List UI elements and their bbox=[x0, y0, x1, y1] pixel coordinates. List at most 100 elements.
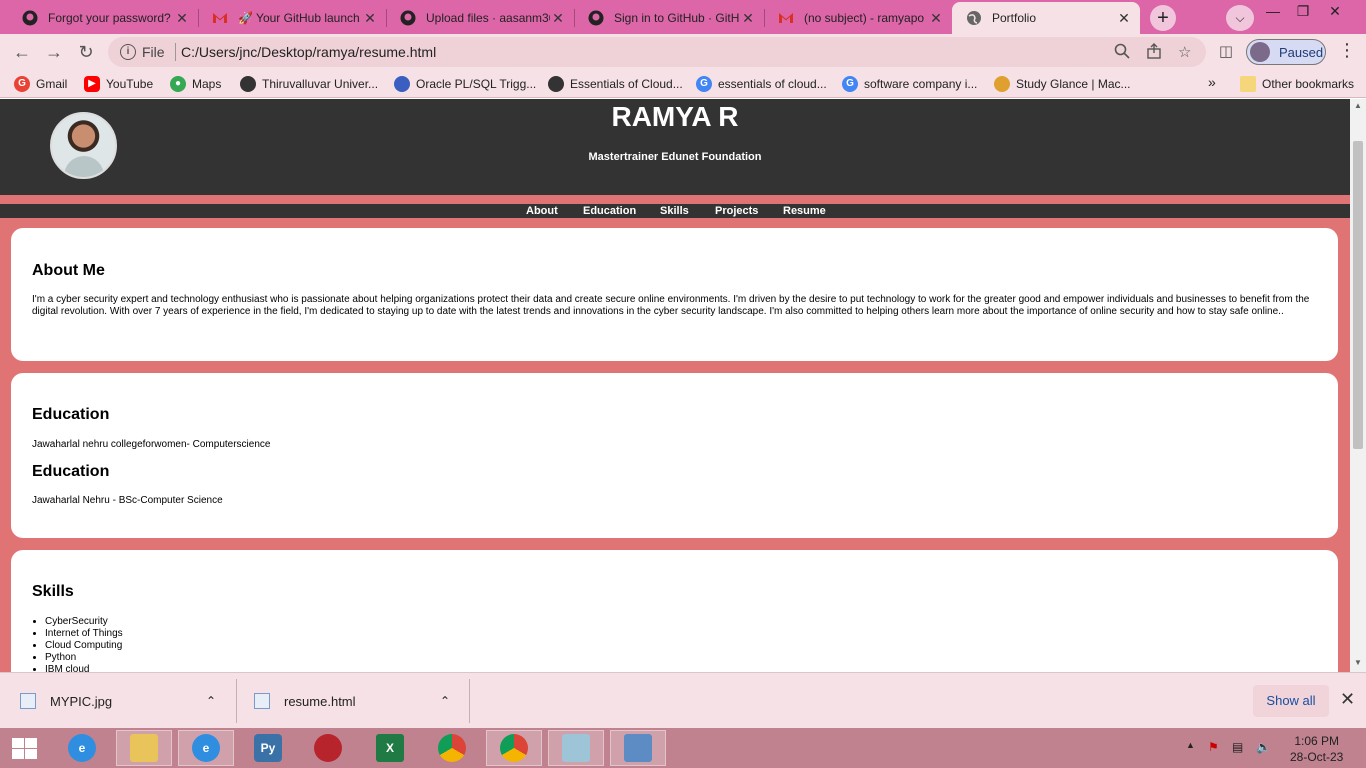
tab-upload-files[interactable]: Upload files · aasanm30 ✕ bbox=[386, 2, 574, 34]
tab-portfolio[interactable]: Portfolio ✕ bbox=[952, 2, 1140, 34]
python-icon[interactable]: Py bbox=[240, 730, 296, 766]
network-icon[interactable]: ▤ bbox=[1232, 740, 1243, 754]
skills-section: Skills CyberSecurity Internet of Things … bbox=[11, 550, 1338, 672]
download-filename: resume.html bbox=[284, 693, 356, 709]
forward-arrow-icon[interactable]: → bbox=[42, 40, 66, 64]
internet-explorer-icon[interactable]: e bbox=[54, 730, 110, 766]
system-clock[interactable]: 1:06 PM 28-Oct-23 bbox=[1290, 733, 1343, 765]
bookmark-label: Study Glance | Mac... bbox=[1016, 77, 1131, 91]
site-nav: About Education Skills Projects Resume bbox=[0, 204, 1350, 218]
window-close-icon[interactable]: ✕ bbox=[1320, 0, 1350, 22]
info-icon[interactable]: i bbox=[120, 44, 136, 60]
bookmark-essentials-cloud[interactable]: Essentials of Cloud... bbox=[548, 76, 683, 92]
scroll-up-icon[interactable]: ▲ bbox=[1354, 101, 1362, 110]
skills-list: CyberSecurity Internet of Things Cloud C… bbox=[45, 616, 123, 672]
clock-time: 1:06 PM bbox=[1294, 734, 1340, 748]
internet-explorer-pinned-icon[interactable]: e bbox=[178, 730, 234, 766]
section-heading: Education bbox=[32, 406, 110, 423]
back-arrow-icon[interactable]: ← bbox=[10, 40, 34, 64]
chevron-up-icon[interactable]: ⌃ bbox=[440, 694, 450, 708]
tab-github-launch[interactable]: 🚀 Your GitHub launch code ✕ bbox=[198, 2, 386, 34]
list-item: Internet of Things bbox=[45, 628, 123, 640]
google-icon: G bbox=[842, 76, 858, 92]
scroll-down-icon[interactable]: ▼ bbox=[1354, 658, 1362, 667]
nav-projects[interactable]: Projects bbox=[715, 205, 758, 217]
url-text[interactable]: C:/Users/jnc/Desktop/ramya/resume.html bbox=[181, 44, 436, 60]
chrome-active-icon[interactable] bbox=[486, 730, 542, 766]
bookmarks-overflow-chevron[interactable]: » bbox=[1208, 74, 1216, 90]
chrome-icon[interactable] bbox=[424, 730, 480, 766]
photo-viewer-icon[interactable] bbox=[610, 730, 666, 766]
download-item[interactable]: MYPIC.jpg ⌃ bbox=[20, 673, 230, 729]
windows-start-icon[interactable] bbox=[10, 736, 38, 760]
bookmark-thiruvalluvar[interactable]: Thiruvalluvar Univer... bbox=[240, 76, 378, 92]
nav-about[interactable]: About bbox=[526, 205, 558, 217]
site-header: RAMYA R Mastertrainer Edunet Foundation bbox=[0, 99, 1350, 195]
profile-button[interactable]: Paused bbox=[1246, 39, 1326, 65]
tray-chevron-up-icon[interactable]: ▲ bbox=[1186, 740, 1195, 750]
nav-skills[interactable]: Skills bbox=[660, 205, 689, 217]
bookmark-maps[interactable]: ● Maps bbox=[170, 76, 221, 92]
education-section: Education Jawaharlal nehru collegeforwom… bbox=[11, 373, 1338, 538]
close-icon[interactable]: ✕ bbox=[174, 10, 190, 27]
chevron-up-icon[interactable]: ⌃ bbox=[206, 694, 216, 708]
tab-search-chevron-icon[interactable]: ⌵ bbox=[1226, 5, 1254, 31]
bookmark-study-glance[interactable]: Study Glance | Mac... bbox=[994, 76, 1131, 92]
address-bar[interactable]: i File C:/Users/jnc/Desktop/ramya/resume… bbox=[108, 37, 1206, 67]
vertical-scrollbar[interactable]: ▲ ▼ bbox=[1350, 99, 1366, 672]
bookmark-label: essentials of cloud... bbox=[718, 77, 827, 91]
bookmarks-bar: G Gmail ▶ YouTube ● Maps Thiruvalluvar Univ… bbox=[0, 70, 1366, 98]
google-icon: G bbox=[696, 76, 712, 92]
bookmark-label: Maps bbox=[192, 77, 222, 91]
tab-sign-in-github[interactable]: Sign in to GitHub · GitHub ✕ bbox=[574, 2, 764, 34]
nav-resume[interactable]: Resume bbox=[783, 205, 826, 217]
scroll-thumb[interactable] bbox=[1353, 141, 1363, 449]
list-item: IBM cloud bbox=[45, 664, 123, 672]
share-icon[interactable] bbox=[1146, 43, 1162, 63]
other-bookmarks-folder[interactable]: Other bookmarks bbox=[1240, 76, 1354, 92]
gmail-icon bbox=[212, 10, 228, 26]
list-item: Cloud Computing bbox=[45, 640, 123, 652]
bookmark-oracle[interactable]: Oracle PL/SQL Trigg... bbox=[394, 76, 536, 92]
app-icon[interactable] bbox=[300, 730, 356, 766]
page-subtitle: Mastertrainer Edunet Foundation bbox=[588, 151, 762, 163]
bookmark-youtube[interactable]: ▶ YouTube bbox=[84, 76, 153, 92]
action-center-flag-icon[interactable]: ⚑ bbox=[1208, 740, 1219, 754]
tab-forgot-password[interactable]: Forgot your password? · GitHub ✕ bbox=[8, 2, 198, 34]
restore-icon[interactable]: ❐ bbox=[1288, 0, 1318, 22]
bookmark-software-company[interactable]: Gsoftware company i... bbox=[842, 76, 977, 92]
menu-icon[interactable]: ⋮ bbox=[1338, 40, 1356, 61]
show-all-button[interactable]: Show all bbox=[1253, 685, 1329, 717]
notes-app-icon[interactable] bbox=[548, 730, 604, 766]
tab-title: (no subject) - ramyapo bbox=[804, 11, 925, 25]
education-entry: Jawaharlal Nehru - BSc-Computer Science bbox=[32, 495, 223, 506]
windows-taskbar: e e Py X ▲ ⚑ ▤ 🔈 1:06 PM 28-Oct-23 bbox=[0, 728, 1366, 768]
tab-strip: Forgot your password? · GitHub ✕ 🚀 Your … bbox=[0, 0, 1366, 34]
close-icon[interactable]: ✕ bbox=[740, 10, 756, 27]
new-tab-button[interactable]: + bbox=[1150, 5, 1176, 31]
bookmark-gmail[interactable]: G Gmail bbox=[14, 76, 67, 92]
close-icon[interactable]: ✕ bbox=[1340, 689, 1355, 710]
globe-icon bbox=[548, 76, 564, 92]
download-item[interactable]: resume.html ⌃ bbox=[254, 673, 464, 729]
list-item: Python bbox=[45, 652, 123, 664]
side-panel-icon[interactable]: ◫ bbox=[1214, 40, 1238, 64]
bookmark-star-icon[interactable]: ☆ bbox=[1178, 43, 1191, 61]
page-title: RAMYA R bbox=[611, 101, 739, 132]
nav-education[interactable]: Education bbox=[583, 205, 636, 217]
site-icon bbox=[994, 76, 1010, 92]
zoom-icon[interactable] bbox=[1114, 43, 1130, 63]
file-explorer-icon[interactable] bbox=[116, 730, 172, 766]
tab-no-subject[interactable]: (no subject) - ramyapo ✕ bbox=[764, 2, 952, 34]
close-icon[interactable]: ✕ bbox=[550, 10, 566, 27]
close-icon[interactable]: ✕ bbox=[1116, 10, 1132, 27]
bookmark-essentials-search[interactable]: Gessentials of cloud... bbox=[696, 76, 827, 92]
close-icon[interactable]: ✕ bbox=[362, 10, 378, 27]
section-heading: Skills bbox=[32, 583, 74, 600]
excel-icon[interactable]: X bbox=[362, 730, 418, 766]
minimize-icon[interactable]: — bbox=[1258, 0, 1288, 22]
reload-icon[interactable]: ↻ bbox=[74, 40, 98, 64]
clock-date: 28-Oct-23 bbox=[1290, 750, 1344, 764]
volume-icon[interactable]: 🔈 bbox=[1256, 740, 1271, 754]
close-icon[interactable]: ✕ bbox=[928, 10, 944, 27]
